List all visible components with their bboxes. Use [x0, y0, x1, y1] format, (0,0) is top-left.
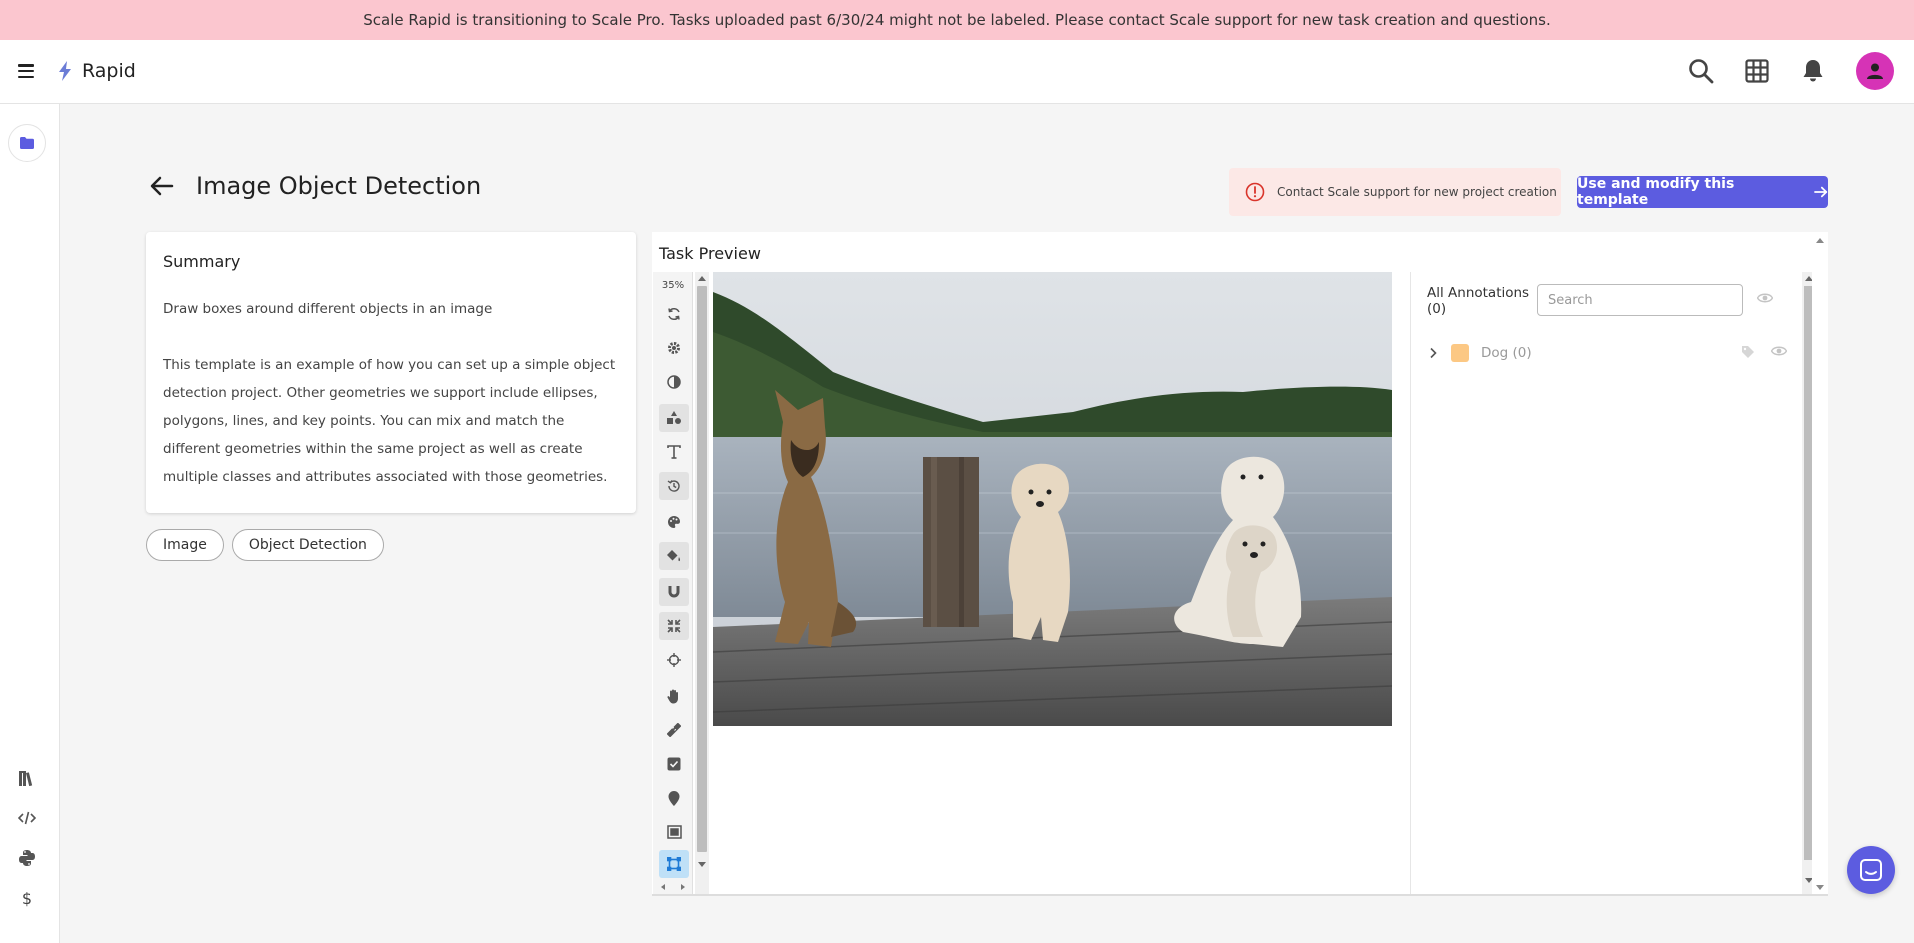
back-arrow-icon[interactable]: [150, 174, 176, 198]
class-label: Dog (0): [1481, 345, 1532, 361]
use-template-button[interactable]: Use and modify this template: [1577, 176, 1828, 208]
arrow-right-icon: [1814, 186, 1828, 198]
compress-icon[interactable]: [659, 612, 689, 640]
tag-icon[interactable]: [1741, 345, 1755, 359]
task-preview-title: Task Preview: [659, 244, 761, 263]
tag-object-detection[interactable]: Object Detection: [231, 529, 384, 561]
library-icon[interactable]: [15, 769, 39, 787]
use-template-label: Use and modify this template: [1577, 176, 1735, 208]
summary-title: Summary: [163, 252, 241, 271]
chat-icon: [1860, 859, 1882, 881]
menu-icon[interactable]: [18, 64, 34, 78]
app-name: Rapid: [82, 60, 136, 82]
ruler-icon[interactable]: [659, 716, 689, 744]
crosshair-icon[interactable]: [659, 646, 689, 674]
class-color-swatch: [1451, 344, 1469, 362]
contact-support-alert: Contact Scale support for new project cr…: [1229, 168, 1561, 216]
zoom-level: 35%: [661, 280, 685, 291]
task-image[interactable]: [713, 272, 1392, 726]
announcement-banner: Scale Rapid is transitioning to Scale Pr…: [0, 0, 1914, 40]
preview-bottom-border: [652, 894, 1828, 896]
canvas-scroll-thumb[interactable]: [697, 286, 707, 852]
checkbox-icon[interactable]: [659, 750, 689, 778]
summary-body: This template is an example of how you c…: [163, 357, 616, 485]
user-avatar[interactable]: [1856, 52, 1894, 90]
hand-icon[interactable]: [659, 682, 689, 710]
contrast-icon[interactable]: [659, 368, 689, 396]
preview-scrollbar[interactable]: [1812, 232, 1828, 896]
chat-launcher-button[interactable]: [1847, 846, 1895, 894]
dollar-icon[interactable]: $: [15, 889, 39, 908]
app-logo[interactable]: Rapid: [58, 60, 136, 82]
text-icon[interactable]: [659, 438, 689, 466]
shapes-icon[interactable]: [659, 404, 689, 432]
image-canvas[interactable]: [710, 272, 1460, 896]
bell-icon[interactable]: [1796, 52, 1830, 90]
tag-list: Image Object Detection: [146, 529, 384, 561]
alert-circle-icon: [1245, 182, 1265, 202]
annotations-title: All Annotations (0): [1427, 285, 1530, 317]
horizontal-scroll-arrows[interactable]: [653, 880, 693, 894]
python-icon[interactable]: [15, 849, 39, 867]
search-icon[interactable]: [1684, 52, 1718, 90]
top-navbar: Rapid: [0, 40, 1914, 104]
fill-icon[interactable]: [659, 542, 689, 570]
box-tool-icon[interactable]: [659, 850, 689, 878]
tag-image[interactable]: Image: [146, 529, 224, 561]
annotations-panel: All Annotations (0) Dog (0): [1410, 272, 1816, 896]
apps-grid-icon[interactable]: [1740, 52, 1774, 90]
annotation-class-row[interactable]: Dog (0): [1427, 342, 1787, 364]
eye-icon[interactable]: [1756, 292, 1774, 308]
rotate-icon[interactable]: [659, 300, 689, 328]
pin-icon[interactable]: [659, 784, 689, 812]
canvas-scrollbar[interactable]: [695, 272, 709, 896]
page-title: Image Object Detection: [196, 172, 482, 200]
magnet-icon[interactable]: [659, 578, 689, 606]
annotation-toolbar: 35%: [653, 272, 693, 896]
class-eye-icon[interactable]: [1771, 345, 1787, 357]
palette-icon[interactable]: [659, 508, 689, 536]
summary-card: Summary Draw boxes around different obje…: [146, 232, 636, 513]
code-icon[interactable]: [15, 809, 39, 827]
summary-intro: Draw boxes around different objects in a…: [163, 301, 493, 317]
settings-icon[interactable]: [659, 334, 689, 362]
banner-text: Scale Rapid is transitioning to Scale Pr…: [363, 11, 1551, 29]
page-header: Image Object Detection: [150, 172, 481, 200]
folder-icon: [20, 137, 34, 149]
user-icon: [1867, 63, 1883, 79]
task-preview: Task Preview 35% All Annotations (0) Sea…: [652, 232, 1828, 896]
image-box-icon[interactable]: [659, 818, 689, 846]
alert-text: Contact Scale support for new project cr…: [1277, 185, 1557, 199]
annotations-search-input[interactable]: [1537, 284, 1743, 316]
left-sidebar: $: [0, 104, 60, 943]
chevron-right-icon[interactable]: [1427, 347, 1439, 359]
lightning-icon: [59, 61, 71, 81]
history-icon[interactable]: [659, 472, 689, 500]
projects-nav[interactable]: [8, 124, 46, 162]
